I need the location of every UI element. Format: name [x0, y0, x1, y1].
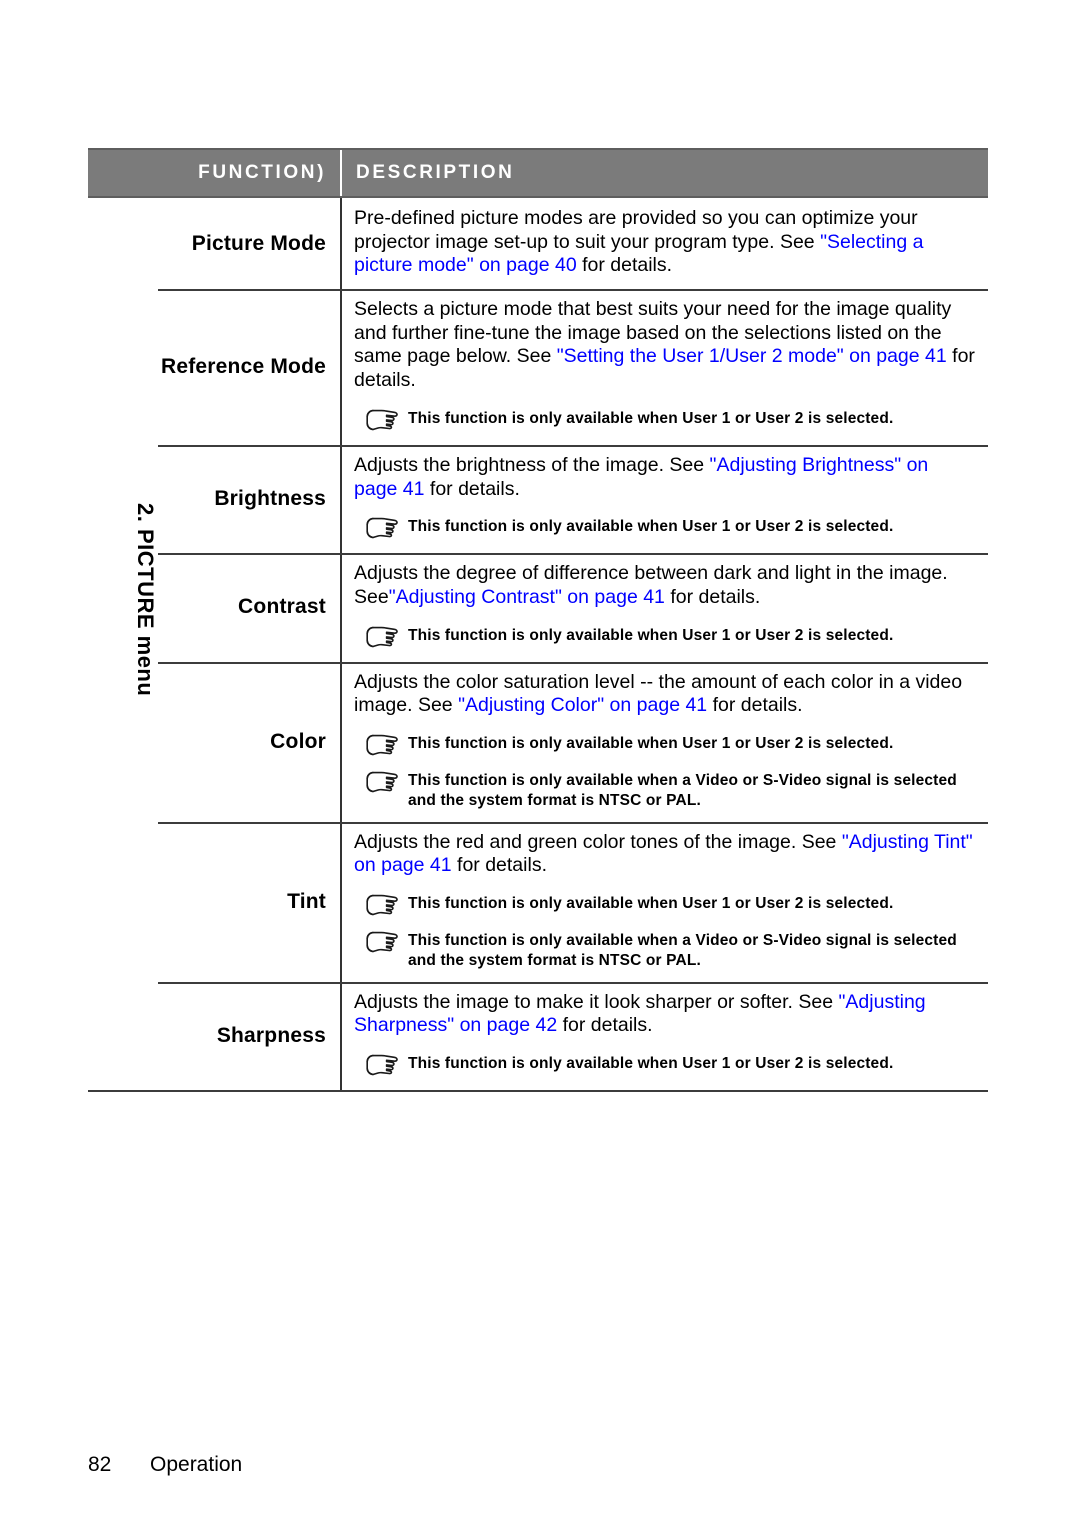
- description-text-after-link: for details.: [557, 1014, 653, 1037]
- description-paragraph: Selects a picture mode that best suits y…: [354, 298, 976, 393]
- note-callout: This function is only available when a V…: [354, 769, 976, 811]
- cross-reference-link[interactable]: "Adjusting Color" on page 41: [458, 694, 707, 716]
- description-text-before-link: Adjusts the red and green color tones of…: [354, 830, 842, 853]
- pointing-hand-icon: [354, 515, 408, 542]
- description-paragraph: Adjusts the color saturation level -- th…: [354, 671, 976, 718]
- page-number: 82: [88, 1453, 112, 1476]
- note-callout: This function is only available when Use…: [354, 515, 976, 542]
- note-callout: This function is only available when Use…: [354, 892, 976, 919]
- table-row: Reference Mode Selects a picture mode tha…: [88, 289, 988, 445]
- description-paragraph: Adjusts the brightness of the image. See…: [354, 454, 976, 501]
- description-cell: Pre-defined picture modes are provided s…: [342, 198, 988, 289]
- page-footer: 82 Operation: [88, 1453, 242, 1477]
- function-label: Brightness: [214, 487, 326, 511]
- function-label: Sharpness: [216, 1023, 326, 1047]
- pointing-hand-icon: [354, 732, 408, 759]
- description-cell: Adjusts the red and green color tones of…: [342, 822, 988, 982]
- table-row: Color Adjusts the color saturation level …: [88, 661, 988, 822]
- note-text: This function is only available when Use…: [408, 409, 894, 427]
- function-cell: Color: [158, 662, 340, 822]
- note-callout: This function is only available when Use…: [354, 624, 976, 651]
- note-text: This function is only available when a V…: [408, 771, 957, 809]
- pointing-hand-icon: [354, 624, 408, 651]
- description-text-after-link: for details.: [576, 254, 673, 277]
- function-cell: Tint: [158, 822, 340, 982]
- function-label: Contrast: [238, 595, 326, 619]
- note-text: This function is only available when Use…: [408, 626, 894, 644]
- note-callout: This function is only available when Use…: [354, 407, 976, 434]
- pointing-hand-icon: [354, 1052, 408, 1079]
- note-text: This function is only available when Use…: [408, 1055, 894, 1072]
- table-row: Picture Mode Pre-defined picture modes ar…: [88, 198, 988, 290]
- description-cell: Selects a picture mode that best suits y…: [342, 289, 988, 445]
- note-callout: This function is only available when Use…: [354, 732, 976, 759]
- description-cell: Adjusts the brightness of the image. See…: [342, 445, 988, 553]
- pointing-hand-icon: [354, 769, 408, 796]
- table-row: Brightness Adjusts the brightness of the …: [88, 444, 988, 554]
- function-cell: Contrast: [158, 553, 340, 661]
- table-header-row: FUNCTION) DESCRIPTION: [88, 148, 988, 198]
- description-paragraph: Pre-defined picture modes are provided s…: [354, 207, 976, 278]
- function-label: Picture Mode: [191, 231, 326, 255]
- description-text-after-link: for details.: [424, 477, 520, 500]
- note-text: This function is only available when Use…: [408, 518, 894, 536]
- menu-group-band: 2. PICTURE menu: [88, 148, 158, 1529]
- function-description-table: FUNCTION) DESCRIPTION Picture Mode Pre-de…: [88, 148, 988, 1092]
- column-header-description: DESCRIPTION: [356, 162, 515, 183]
- pointing-hand-icon: [354, 892, 408, 919]
- table-bottom-rule: [88, 1090, 988, 1092]
- function-cell: Sharpness: [158, 982, 340, 1090]
- description-text-after-link: for details.: [664, 585, 761, 608]
- description-paragraph: Adjusts the degree of difference between…: [354, 562, 976, 609]
- description-text-after-link: for details.: [451, 854, 547, 877]
- note-text: This function is only available when Use…: [408, 734, 894, 752]
- description-cell: Adjusts the degree of difference between…: [342, 553, 988, 661]
- description-paragraph: Adjusts the red and green color tones of…: [354, 831, 976, 878]
- function-label: Color: [270, 729, 326, 753]
- description-text-before-link: Adjusts the brightness of the image. See: [354, 453, 710, 476]
- description-text-before-link: Adjusts the image to make it look sharpe…: [354, 990, 839, 1013]
- function-cell: Brightness: [158, 445, 340, 553]
- table-row: Contrast Adjusts the degree of difference…: [88, 553, 988, 662]
- note-text: This function is only available when a V…: [408, 931, 957, 969]
- function-cell: Picture Mode: [158, 198, 340, 289]
- description-cell: Adjusts the image to make it look sharpe…: [342, 982, 988, 1090]
- description-cell: Adjusts the color saturation level -- th…: [342, 662, 988, 822]
- function-label: Reference Mode: [160, 355, 326, 379]
- pointing-hand-icon: [354, 407, 408, 434]
- function-cell: Reference Mode: [158, 289, 340, 445]
- description-text-after-link: for details.: [707, 694, 803, 717]
- pointing-hand-icon: [354, 929, 408, 956]
- note-callout: This function is only available when Use…: [354, 1052, 976, 1079]
- table-row: Sharpness Adjusts the image to make it lo…: [88, 981, 988, 1090]
- cross-reference-link[interactable]: "Setting the User 1/User 2 mode" on page…: [557, 345, 947, 367]
- function-label: Tint: [287, 889, 326, 913]
- table-body: Picture Mode Pre-defined picture modes ar…: [88, 198, 988, 1092]
- description-paragraph: Adjusts the image to make it look sharpe…: [354, 991, 976, 1038]
- menu-group-label: 2. PICTURE menu: [133, 503, 158, 697]
- note-callout: This function is only available when a V…: [354, 929, 976, 971]
- cross-reference-link[interactable]: "Adjusting Contrast" on page 41: [389, 586, 665, 608]
- note-text: This function is only available when Use…: [408, 894, 894, 912]
- document-page: FUNCTION) DESCRIPTION Picture Mode Pre-de…: [0, 0, 1080, 1529]
- page-section-name: Operation: [150, 1453, 243, 1476]
- table-row: Tint Adjusts the red and green color tone…: [88, 821, 988, 982]
